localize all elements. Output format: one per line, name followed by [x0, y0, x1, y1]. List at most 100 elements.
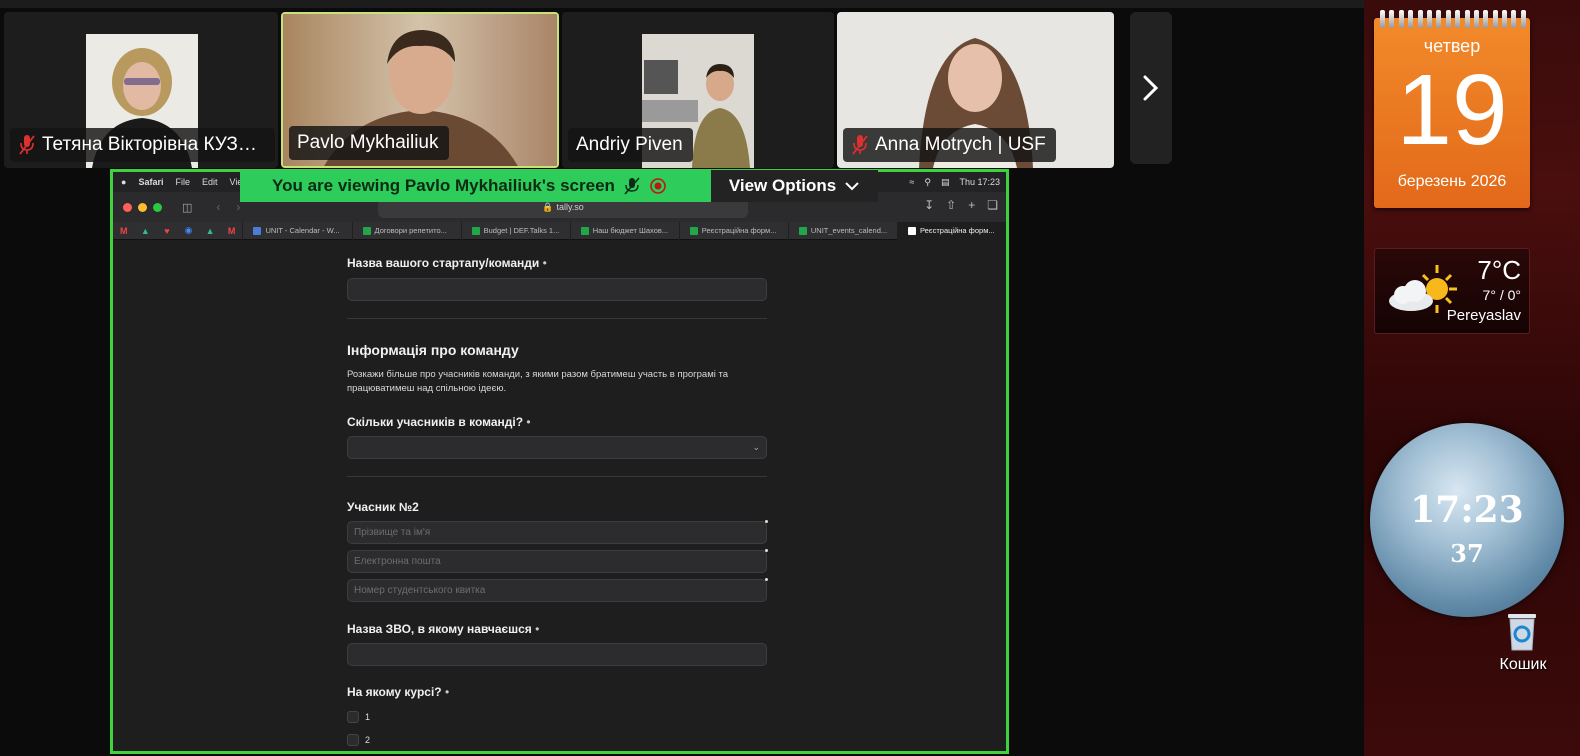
participant-name-tag: Andriy Piven	[568, 128, 693, 162]
window-top-strip	[0, 0, 1364, 8]
chevron-down-icon	[845, 182, 859, 191]
course-option-label: 2	[365, 735, 371, 745]
course-checkbox-2[interactable]	[347, 734, 359, 746]
team-size-label: Скільки учасників в команді? •	[347, 415, 531, 429]
team-info-description-line1: Розкажи більше про учасників команди, з …	[347, 369, 729, 380]
participant-name: Pavlo Mykhailiuk	[297, 132, 439, 153]
section-divider	[347, 476, 767, 477]
sheets-favicon-icon	[471, 226, 480, 235]
browser-tab-bar: M ▲ ♥ ◉ ▲ M UNIT - Calendar - W... Догов…	[113, 221, 1006, 240]
mac-clock: Thu 17:23	[959, 177, 1000, 187]
calendar-favicon-icon	[253, 226, 262, 235]
calendar-rings	[1380, 10, 1526, 30]
drive-icon: ▲	[140, 225, 150, 236]
lock-icon: 🔒	[542, 201, 554, 212]
sidebar-icon: ◫	[182, 201, 193, 214]
viewing-screen-banner: You are viewing Pavlo Mykhailiuk's scree…	[240, 170, 711, 202]
weather-range: 7° / 0°	[1482, 287, 1521, 303]
course-checkbox-1[interactable]	[347, 711, 359, 723]
record-icon[interactable]	[649, 177, 667, 195]
participant-tile-1[interactable]: Тетяна Вікторівна КУЗН...	[4, 12, 278, 168]
windows-desktop: четвер 19 березень 2026 7°C 7° / 0° Pere…	[1364, 0, 1580, 756]
required-dot	[765, 549, 768, 552]
browser-tab[interactable]: UNIT - Calendar - W...	[242, 221, 351, 240]
menu-file: File	[175, 177, 190, 187]
view-options-button[interactable]: View Options	[711, 170, 878, 202]
member-student-id-input[interactable]: Номер студентського квитка	[347, 579, 767, 602]
university-input[interactable]	[347, 643, 767, 666]
chevron-down-icon: ⌄	[752, 442, 760, 452]
clock-gadget[interactable]: 17:23 37	[1370, 423, 1564, 617]
member-name-input[interactable]: Прізвище та ім'я	[347, 521, 767, 544]
gmail-icon: M	[120, 225, 128, 236]
new-tab-icon: +	[968, 198, 976, 212]
required-dot	[765, 578, 768, 581]
participant-name-tag: Pavlo Mykhailiuk	[289, 126, 449, 160]
heart-icon: ♥	[164, 225, 170, 236]
browser-tab[interactable]: Budget | DEF.Talks 1...	[460, 221, 570, 240]
forward-icon: ›	[236, 200, 241, 214]
sheets-favicon-icon	[798, 226, 807, 235]
menu-edit: Edit	[201, 177, 218, 187]
browser-tab[interactable]: Наш бюджет Шахов...	[569, 221, 679, 240]
back-icon: ‹	[216, 200, 221, 214]
calendar-day: 19	[1396, 54, 1508, 166]
participant-name-tag: Anna Motrych | USF	[843, 128, 1056, 162]
clock-seconds: 37	[1450, 539, 1484, 568]
team-info-heading: Інформація про команду	[347, 342, 519, 358]
participant-tile-2[interactable]: Pavlo Mykhailiuk	[281, 12, 559, 168]
mic-muted-icon	[19, 135, 35, 155]
member-2-heading: Учасник №2	[347, 500, 419, 514]
viewing-banner-text: You are viewing Pavlo Mykhailiuk's scree…	[272, 176, 615, 195]
download-icon: ↧	[924, 198, 935, 212]
drive-icon: ▲	[205, 225, 215, 236]
search-icon: ⚲	[924, 176, 931, 187]
course-option-label: 1	[365, 712, 371, 722]
app-menu: Safari	[138, 177, 164, 187]
sheets-favicon-icon	[362, 226, 371, 235]
chevron-right-icon	[1143, 75, 1159, 101]
browser-tab[interactable]: Договори репетито...	[351, 221, 461, 240]
participant-tile-4[interactable]: Anna Motrych | USF	[837, 12, 1114, 168]
required-dot	[765, 520, 768, 523]
recycle-bin-icon	[1508, 614, 1536, 651]
browser-tab[interactable]: Реєстраційна форм...	[678, 221, 788, 240]
member-email-input[interactable]: Електронна пошта	[347, 550, 767, 573]
chrome-icon: ◉	[184, 225, 193, 235]
team-info-description-line2: працюватимеш над спільною ідеєю.	[347, 383, 507, 394]
recycle-bin-shortcut[interactable]: Кошик	[1492, 608, 1552, 680]
clock-time: 17:23	[1410, 489, 1524, 531]
apple-icon: ●	[121, 177, 127, 187]
view-options-label: View Options	[728, 176, 837, 195]
startup-name-label: Назва вашого стартапу/команди •	[347, 256, 547, 270]
weather-gadget[interactable]: 7°C 7° / 0° Pereyaslav	[1374, 248, 1530, 334]
browser-toolbar-actions: ↧ ⇧ + ❏	[924, 198, 998, 212]
mic-muted-icon	[852, 135, 868, 155]
minimize-window-icon	[138, 202, 147, 212]
share-icon: ⇧	[946, 198, 957, 212]
university-label: Назва ЗВО, в якому навчаєшся •	[347, 622, 540, 636]
zoom-window-icon	[153, 202, 162, 212]
sheets-favicon-icon	[580, 226, 589, 235]
weather-city: Pereyaslav	[1446, 307, 1521, 324]
startup-name-input[interactable]	[347, 278, 767, 301]
recycle-bin-label: Кошик	[1499, 656, 1547, 673]
mic-muted-icon	[624, 177, 640, 195]
browser-tab[interactable]: UNIT_events_calend...	[787, 221, 897, 240]
shared-screen[interactable]: ● Safari File Edit View ≈ ⚲ ▤ Thu 17:23 …	[110, 169, 1009, 754]
wifi-icon: ≈	[909, 177, 915, 187]
next-participants-button[interactable]	[1130, 12, 1172, 164]
calendar-gadget[interactable]: четвер 19 березень 2026	[1374, 10, 1530, 208]
participant-name: Тетяна Вікторівна КУЗН...	[42, 134, 265, 155]
weather-temperature: 7°C	[1477, 255, 1521, 285]
tab-overview-icon: ❏	[987, 198, 998, 212]
participant-name: Anna Motrych | USF	[875, 134, 1046, 155]
close-window-icon	[123, 202, 132, 212]
gmail-icon: M	[227, 225, 236, 236]
team-size-select[interactable]: ⌄	[347, 436, 767, 459]
participant-tile-3[interactable]: Andriy Piven	[562, 12, 834, 168]
tally-favicon-icon	[907, 226, 916, 235]
calendar-month: березень 2026	[1397, 173, 1507, 190]
participant-name: Andriy Piven	[576, 134, 683, 155]
browser-tab-current[interactable]: Реєстраційна форм...	[896, 221, 1006, 240]
